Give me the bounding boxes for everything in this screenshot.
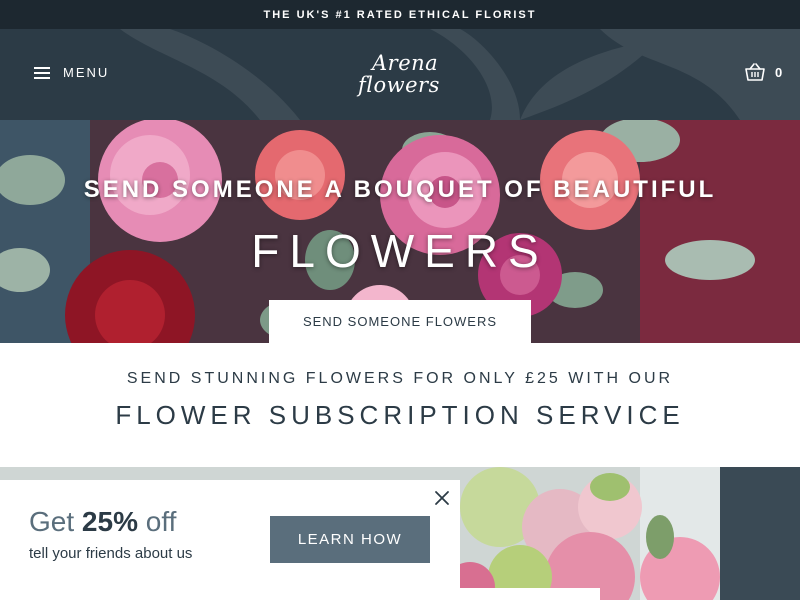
logo-line2: flowers: [358, 73, 440, 97]
hero-title-line2: FLOWERS: [251, 225, 549, 277]
promo-discount: 25%: [81, 506, 138, 537]
cart-count: 0: [775, 64, 783, 80]
hero-title-line1: SEND SOMEONE A BOUQUET OF BEAUTIFUL: [83, 176, 717, 203]
hamburger-icon: [34, 66, 50, 79]
promo-title: Get 25% off: [29, 506, 176, 538]
promo-title-suffix: off: [145, 506, 177, 537]
announcement-text: THE UK'S #1 RATED ETHICAL FLORIST: [263, 8, 537, 21]
arena-flowers-logo[interactable]: Arena flowers: [350, 49, 450, 101]
promo-title-prefix: Get: [29, 506, 75, 537]
close-icon[interactable]: [432, 488, 452, 508]
announcement-bar: THE UK'S #1 RATED ETHICAL FLORIST: [0, 0, 800, 29]
learn-how-button[interactable]: LEARN HOW: [270, 516, 430, 563]
content-tab: [460, 588, 600, 600]
site-header: MENU Arena flowers 0: [0, 29, 800, 120]
promo-subtitle: tell your friends about us: [29, 545, 193, 562]
menu-label: MENU: [63, 65, 110, 80]
send-flowers-button[interactable]: SEND SOMEONE FLOWERS: [269, 300, 531, 343]
menu-button[interactable]: MENU: [34, 65, 109, 80]
subscription-line1: SEND STUNNING FLOWERS FOR ONLY £25 WITH …: [126, 370, 674, 387]
subscription-line2[interactable]: FLOWER SUBSCRIPTION SERVICE: [0, 400, 800, 431]
basket-icon: [745, 63, 765, 81]
logo-line1: Arena: [372, 51, 439, 75]
cart-button[interactable]: 0: [745, 63, 782, 81]
